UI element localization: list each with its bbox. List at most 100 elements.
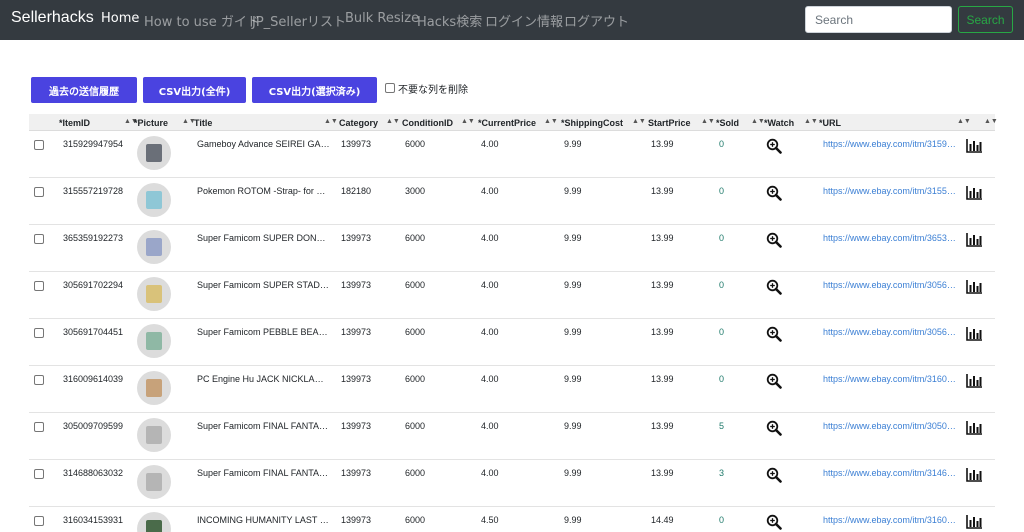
- sort-icon[interactable]: ▲▼: [544, 118, 558, 125]
- bar-chart-icon[interactable]: [966, 139, 982, 153]
- col-title[interactable]: Title: [194, 118, 212, 128]
- item-thumbnail[interactable]: [137, 277, 171, 311]
- zoom-in-icon[interactable]: [766, 185, 782, 201]
- item-url-link[interactable]: https://www.ebay.com/itm/316034153931: [823, 515, 957, 525]
- search-input[interactable]: [805, 6, 952, 33]
- sort-icon[interactable]: ▲▼: [461, 118, 475, 125]
- thumbnail-image: [146, 144, 162, 162]
- bar-chart-icon[interactable]: [966, 515, 982, 529]
- item-id: 315929947954: [63, 139, 124, 149]
- nav-how-to-use[interactable]: How to use ガイド: [144, 11, 260, 30]
- sort-icon[interactable]: ▲▼: [324, 118, 338, 125]
- row-checkbox[interactable]: [34, 375, 44, 385]
- bar-chart-icon[interactable]: [966, 186, 982, 200]
- col-picture[interactable]: *Picture: [134, 118, 168, 128]
- bar-chart-icon[interactable]: [966, 233, 982, 247]
- bar-chart-icon[interactable]: [966, 280, 982, 294]
- remove-columns-checkbox[interactable]: [385, 83, 395, 93]
- item-condition: 6000: [405, 468, 426, 478]
- sort-icon[interactable]: ▲▼: [984, 118, 998, 125]
- sort-icon[interactable]: ▲▼: [701, 118, 715, 125]
- row-checkbox[interactable]: [34, 187, 44, 197]
- item-condition: 3000: [405, 186, 426, 196]
- search-button[interactable]: Search: [958, 6, 1013, 33]
- sort-icon[interactable]: ▲▼: [804, 118, 818, 125]
- item-url-link[interactable]: https://www.ebay.com/itm/305691702294: [823, 280, 957, 290]
- col-condition[interactable]: ConditionID: [402, 118, 453, 128]
- item-thumbnail[interactable]: [137, 230, 171, 264]
- item-current-price: 4.00: [481, 139, 499, 149]
- row-checkbox[interactable]: [34, 516, 44, 526]
- zoom-in-icon[interactable]: [766, 373, 782, 389]
- history-button[interactable]: 過去の送信履歴: [31, 77, 137, 103]
- row-checkbox[interactable]: [34, 234, 44, 244]
- item-start-price: 13.99: [651, 186, 674, 196]
- item-thumbnail[interactable]: [137, 512, 171, 532]
- navbar: Sellerhacks Home How to use ガイド JP_Selle…: [0, 0, 1024, 40]
- item-title: Super Famicom SUPER DONKEY KONG: [197, 233, 330, 243]
- item-url-link[interactable]: https://www.ebay.com/itm/315929947954: [823, 139, 957, 149]
- col-itemid[interactable]: *ItemID: [59, 118, 90, 128]
- sort-icon[interactable]: ▲▼: [751, 118, 765, 125]
- row-checkbox[interactable]: [34, 328, 44, 338]
- col-url[interactable]: *URL: [819, 118, 841, 128]
- zoom-in-icon[interactable]: [766, 467, 782, 483]
- item-url-link[interactable]: https://www.ebay.com/itm/316009614039: [823, 374, 957, 384]
- item-url-link[interactable]: https://www.ebay.com/itm/305691704451: [823, 327, 957, 337]
- sort-icon[interactable]: ▲▼: [632, 118, 646, 125]
- sort-icon[interactable]: ▲▼: [386, 118, 400, 125]
- item-url-link[interactable]: https://www.ebay.com/itm/314688063032: [823, 468, 957, 478]
- item-url-link[interactable]: https://www.ebay.com/itm/365359192273: [823, 233, 957, 243]
- nav-home[interactable]: Home: [101, 11, 139, 26]
- item-current-price: 4.00: [481, 233, 499, 243]
- bar-chart-icon[interactable]: [966, 468, 982, 482]
- item-id: 315557219728: [63, 186, 124, 196]
- nav-bulk-resize[interactable]: Bulk Resize: [345, 11, 419, 26]
- bar-chart-icon[interactable]: [966, 421, 982, 435]
- csv-export-selected-button[interactable]: CSV出力(選択済み): [252, 77, 377, 103]
- item-start-price: 13.99: [651, 327, 674, 337]
- item-current-price: 4.00: [481, 186, 499, 196]
- col-category[interactable]: Category: [339, 118, 378, 128]
- nav-login-info[interactable]: ログイン情報: [485, 11, 563, 30]
- item-thumbnail[interactable]: [137, 136, 171, 170]
- item-url-link[interactable]: https://www.ebay.com/itm/315557219728: [823, 186, 957, 196]
- row-checkbox[interactable]: [34, 281, 44, 291]
- csv-export-all-button[interactable]: CSV出力(全件): [143, 77, 246, 103]
- zoom-in-icon[interactable]: [766, 326, 782, 342]
- nav-logout[interactable]: ログアウト: [564, 11, 629, 30]
- item-shipping-cost: 9.99: [564, 139, 582, 149]
- item-shipping-cost: 9.99: [564, 421, 582, 431]
- table-row: 316009614039 PC Engine Hu JACK NICKLAUS …: [29, 366, 995, 413]
- item-thumbnail[interactable]: [137, 183, 171, 217]
- zoom-in-icon[interactable]: [766, 138, 782, 154]
- col-sold[interactable]: *Sold: [716, 118, 739, 128]
- item-thumbnail[interactable]: [137, 465, 171, 499]
- nav-hacks-search[interactable]: Hacks検索: [417, 11, 482, 30]
- thumbnail-image: [146, 426, 162, 444]
- row-checkbox[interactable]: [34, 422, 44, 432]
- col-watch[interactable]: *Watch: [764, 118, 794, 128]
- zoom-in-icon[interactable]: [766, 279, 782, 295]
- bar-chart-icon[interactable]: [966, 327, 982, 341]
- sort-icon[interactable]: ▲▼: [957, 118, 971, 125]
- zoom-in-icon[interactable]: [766, 232, 782, 248]
- bar-chart-icon[interactable]: [966, 374, 982, 388]
- col-start-price[interactable]: StartPrice: [648, 118, 691, 128]
- item-url-link[interactable]: https://www.ebay.com/itm/305009709599: [823, 421, 957, 431]
- item-id: 305691702294: [63, 280, 124, 290]
- col-current-price[interactable]: *CurrentPrice: [478, 118, 536, 128]
- row-checkbox[interactable]: [34, 140, 44, 150]
- item-thumbnail[interactable]: [137, 371, 171, 405]
- brand-logo[interactable]: Sellerhacks: [11, 9, 94, 27]
- zoom-in-icon[interactable]: [766, 514, 782, 530]
- row-checkbox[interactable]: [34, 469, 44, 479]
- item-category: 139973: [341, 421, 372, 431]
- col-shipping[interactable]: *ShippingCost: [561, 118, 623, 128]
- item-thumbnail[interactable]: [137, 324, 171, 358]
- item-id: 316009614039: [63, 374, 124, 384]
- nav-jp-seller-list[interactable]: JP_Sellerリスト: [252, 11, 346, 30]
- item-thumbnail[interactable]: [137, 418, 171, 452]
- table-row: 365359192273 Super Famicom SUPER DONKEY …: [29, 225, 995, 272]
- zoom-in-icon[interactable]: [766, 420, 782, 436]
